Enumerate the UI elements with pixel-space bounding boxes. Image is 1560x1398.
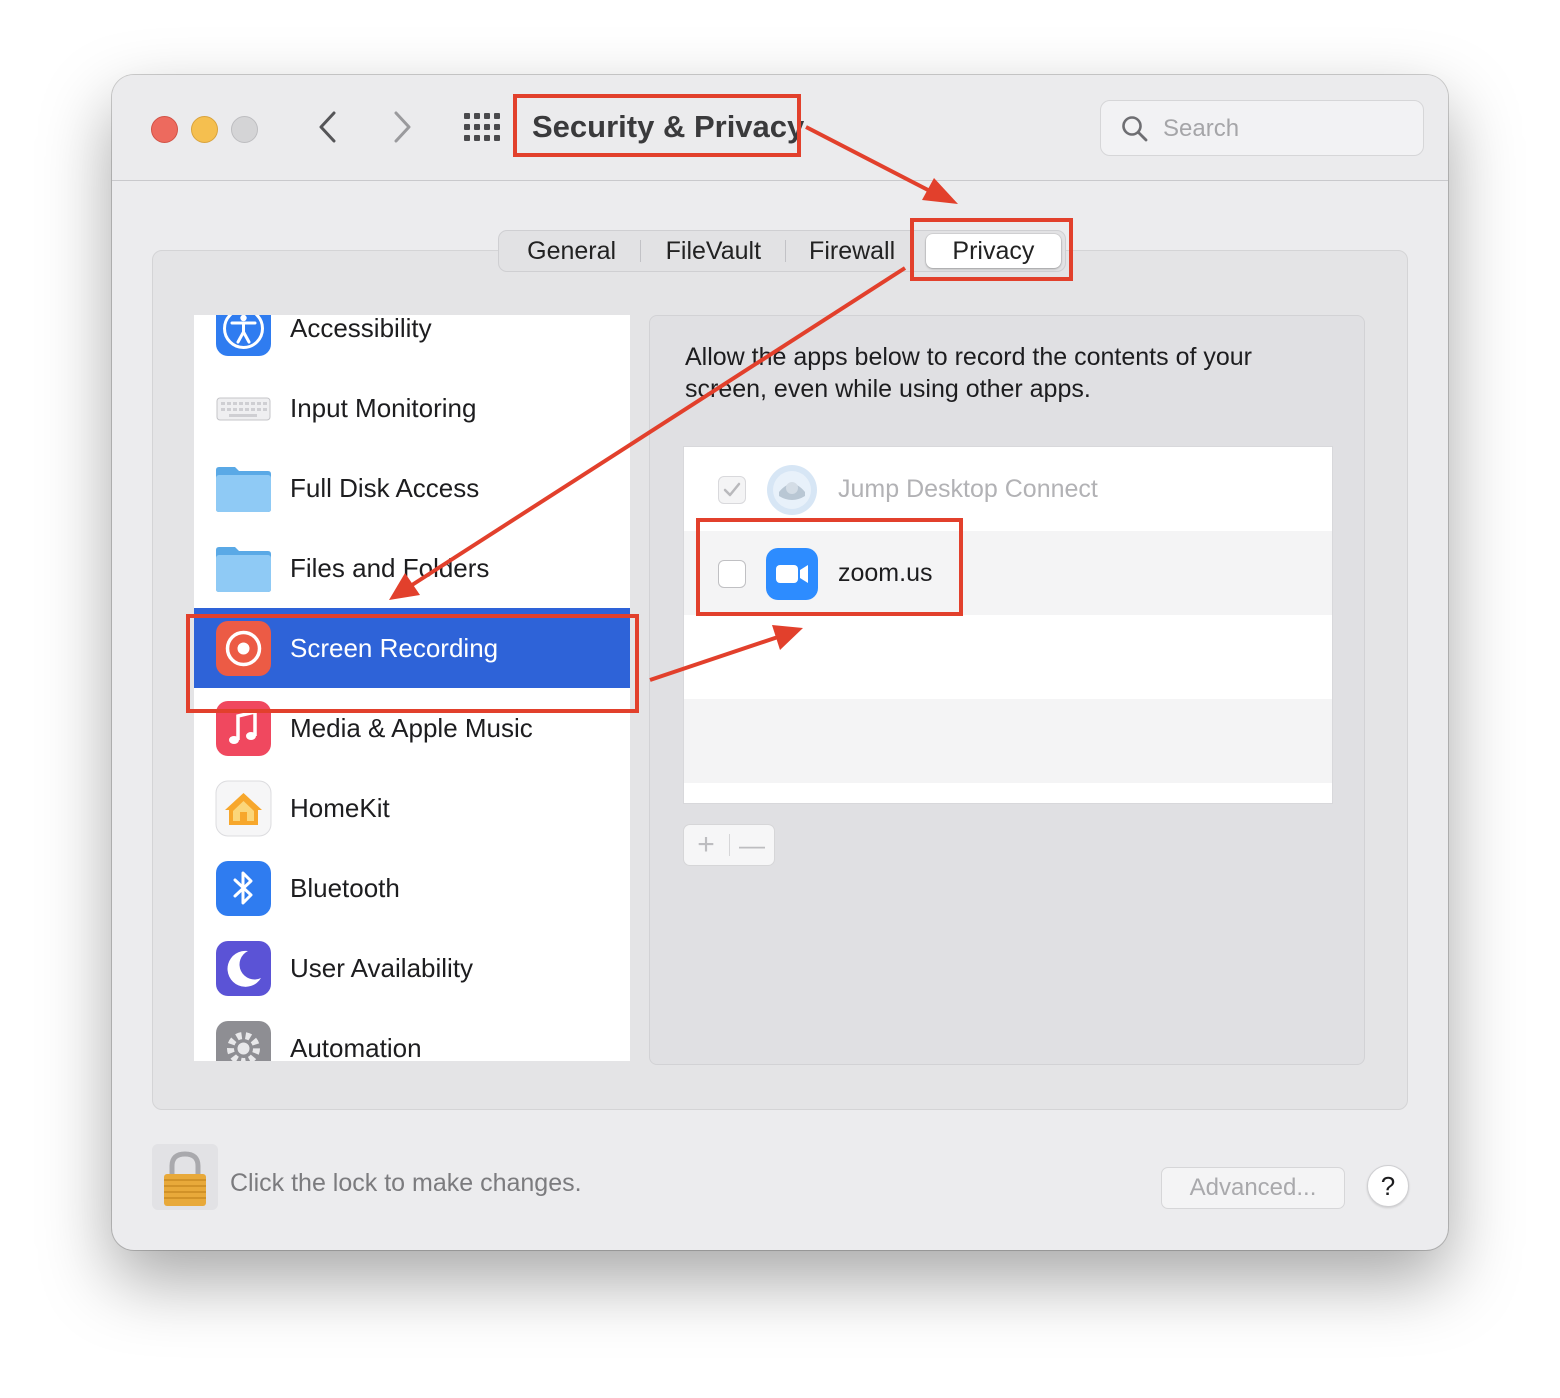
show-all-grid-icon[interactable] bbox=[462, 111, 502, 143]
zoom-button[interactable] bbox=[231, 116, 258, 143]
app-name: zoom.us bbox=[838, 559, 933, 587]
detail-pane: Allow the apps below to record the conte… bbox=[649, 315, 1365, 1065]
folder-icon bbox=[215, 460, 272, 517]
jump-desktop-icon bbox=[767, 465, 817, 515]
sidebar-item-label: Media & Apple Music bbox=[290, 713, 533, 743]
add-remove-control: + — bbox=[683, 824, 775, 866]
app-row-empty bbox=[684, 699, 1332, 783]
title-bar: Security & Privacy bbox=[112, 75, 1448, 181]
sidebar-item-files-and-folders[interactable]: Files and Folders bbox=[194, 528, 630, 608]
sidebar-item-full-disk-access[interactable]: Full Disk Access bbox=[194, 448, 630, 528]
keyboard-icon bbox=[215, 380, 272, 437]
tab-privacy[interactable]: Privacy bbox=[925, 234, 1062, 268]
sidebar-item-label: Files and Folders bbox=[290, 553, 490, 583]
sidebar-item-screen-recording[interactable]: Screen Recording bbox=[194, 608, 630, 688]
sidebar-item-media-apple-music[interactable]: Media & Apple Music bbox=[194, 688, 630, 768]
tab-firewall[interactable]: Firewall bbox=[786, 234, 917, 268]
sidebar-item-input-monitoring[interactable]: Input Monitoring bbox=[194, 368, 630, 448]
help-button[interactable]: ? bbox=[1367, 1165, 1409, 1207]
sidebar-item-label: Input Monitoring bbox=[290, 393, 477, 423]
tab-general[interactable]: General bbox=[503, 234, 640, 268]
chevron-left-icon bbox=[319, 111, 336, 143]
search-field[interactable] bbox=[1100, 100, 1424, 156]
lock-icon bbox=[164, 1151, 206, 1206]
remove-app-button[interactable]: — bbox=[730, 827, 774, 863]
chevron-right-icon bbox=[394, 111, 411, 143]
sidebar-item-label: Full Disk Access bbox=[290, 473, 480, 503]
lock-button[interactable] bbox=[152, 1144, 218, 1210]
home-icon bbox=[215, 780, 272, 837]
advanced-button[interactable]: Advanced... bbox=[1161, 1167, 1345, 1209]
accessibility-icon bbox=[215, 315, 272, 357]
add-app-button[interactable]: + bbox=[684, 827, 728, 863]
search-icon bbox=[1122, 116, 1148, 142]
screen-recording-icon bbox=[215, 620, 272, 677]
checkmark-icon bbox=[723, 482, 741, 497]
sidebar-item-label: Automation bbox=[290, 1033, 422, 1061]
permission-description: Allow the apps below to record the conte… bbox=[685, 343, 1252, 403]
sidebar-item-label: User Availability bbox=[290, 953, 474, 983]
lock-message: Click the lock to make changes. bbox=[230, 1169, 582, 1197]
sidebar-item-label: Screen Recording bbox=[290, 633, 499, 663]
tab-bar: General FileVault Firewall Privacy bbox=[498, 230, 1066, 272]
sidebar-item-label: HomeKit bbox=[290, 793, 390, 823]
app-list[interactable]: Jump Desktop Connect zoom.us bbox=[683, 446, 1333, 804]
window-title: Security & Privacy bbox=[532, 109, 805, 144]
zoom-icon bbox=[766, 548, 818, 600]
search-input[interactable] bbox=[1161, 111, 1405, 147]
folder-icon bbox=[215, 540, 272, 597]
app-name: Jump Desktop Connect bbox=[838, 475, 1098, 503]
back-button[interactable] bbox=[308, 105, 348, 149]
moon-icon bbox=[215, 940, 272, 997]
forward-button[interactable] bbox=[382, 105, 422, 149]
tab-filevault[interactable]: FileVault bbox=[641, 234, 785, 268]
gear-icon bbox=[215, 1020, 272, 1061]
app-row-jump-desktop: Jump Desktop Connect bbox=[684, 447, 1332, 531]
sidebar-item-accessibility[interactable]: Accessibility bbox=[194, 315, 630, 368]
sidebar-item-homekit[interactable]: HomeKit bbox=[194, 768, 630, 848]
sidebar-item-automation[interactable]: Automation bbox=[194, 1008, 630, 1061]
app-checkbox bbox=[718, 476, 746, 504]
privacy-category-list[interactable]: Accessibility Input Monitoring Full Disk… bbox=[194, 315, 630, 1061]
sidebar-item-bluetooth[interactable]: Bluetooth bbox=[194, 848, 630, 928]
bluetooth-icon bbox=[215, 860, 272, 917]
app-row-zoom: zoom.us bbox=[684, 531, 1332, 615]
sidebar-item-user-availability[interactable]: User Availability bbox=[194, 928, 630, 1008]
minimize-button[interactable] bbox=[191, 116, 218, 143]
preferences-window: Security & Privacy General FileVault Fir… bbox=[112, 75, 1448, 1250]
music-icon bbox=[215, 700, 272, 757]
sidebar-item-label: Bluetooth bbox=[290, 873, 400, 903]
sidebar-item-label: Accessibility bbox=[290, 315, 432, 343]
app-checkbox[interactable] bbox=[718, 560, 746, 588]
close-button[interactable] bbox=[151, 116, 178, 143]
app-row-empty bbox=[684, 615, 1332, 699]
